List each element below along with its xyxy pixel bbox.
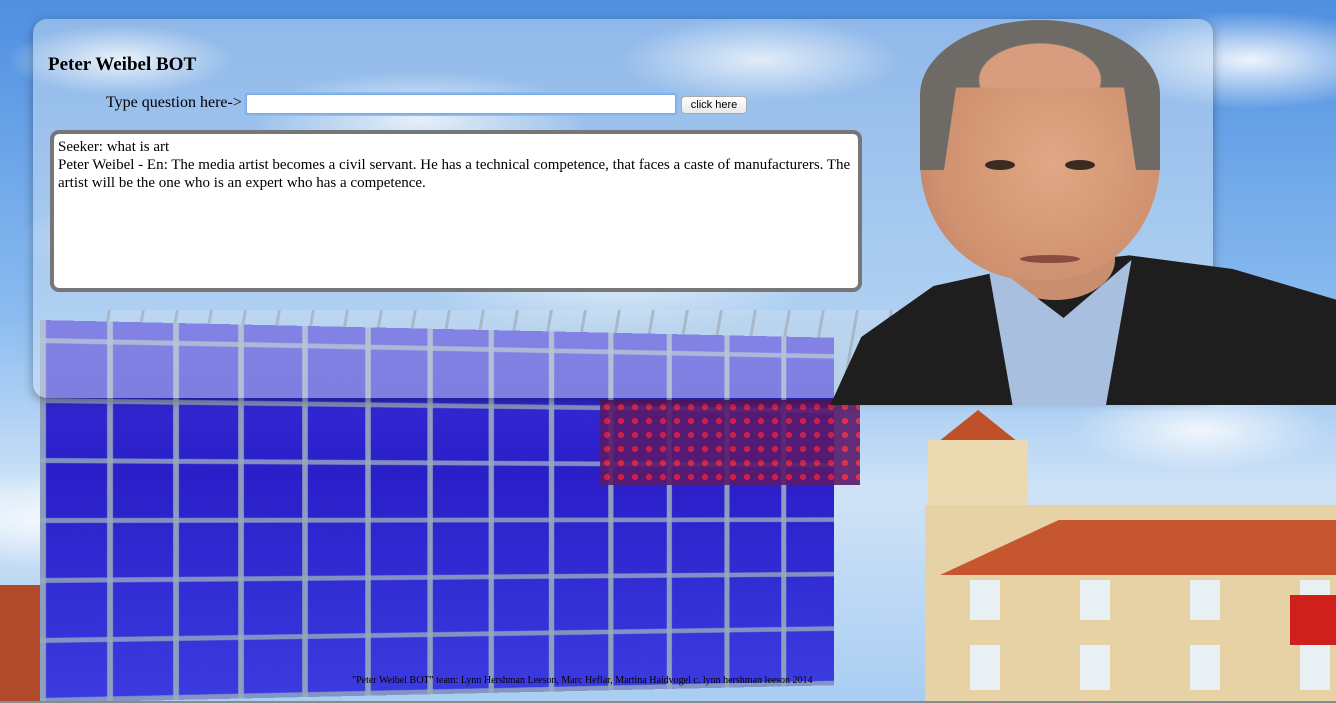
conversation-line: Seeker: what is art [58,139,170,155]
question-label: Type question here-> [106,94,242,111]
page-title: Peter Weibel BOT [48,54,197,75]
conversation-output[interactable]: Seeker: what is art Peter Weibel - En: T… [50,130,862,292]
mouth [1020,255,1080,263]
credits-footer: "Peter Weibel BOT" team: Lynn Hershman L… [352,675,813,686]
right-eye [1065,160,1095,170]
left-eye [985,160,1015,170]
red-light-grid [600,400,860,485]
left-building [0,585,40,703]
conversation-line: Peter Weibel - En: The media artist beco… [58,157,851,191]
portrait-image [820,10,1336,405]
red-sign [1290,595,1336,645]
submit-button[interactable]: click here [681,96,747,114]
question-input[interactable] [246,94,676,114]
